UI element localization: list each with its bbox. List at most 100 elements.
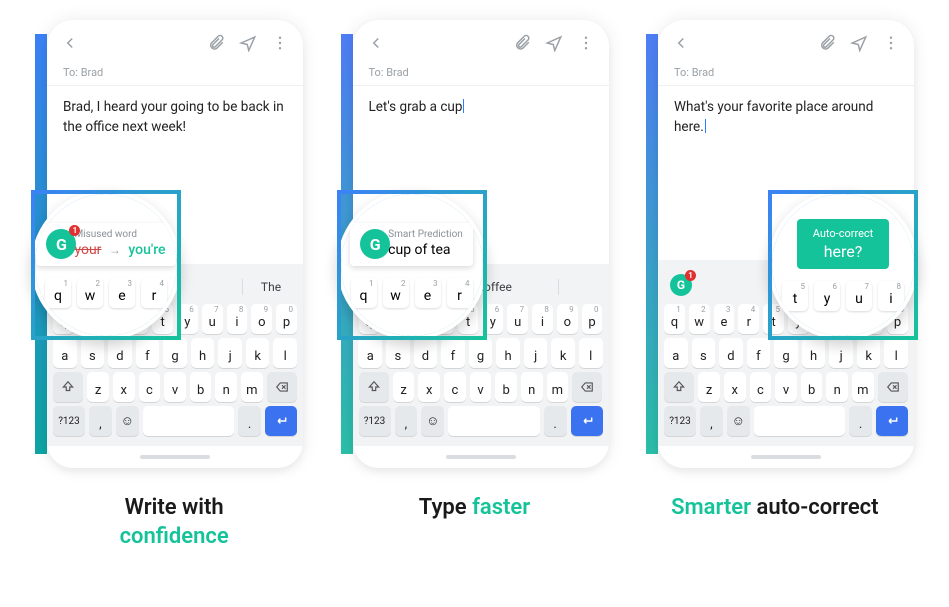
- key-x[interactable]: x: [418, 372, 440, 402]
- message-body[interactable]: Let's grab a cup: [353, 86, 609, 130]
- grammarly-icon[interactable]: G1: [670, 274, 692, 296]
- emoji-key[interactable]: ☺: [116, 406, 139, 436]
- shift-key[interactable]: [53, 372, 83, 402]
- back-arrow-icon[interactable]: [672, 34, 690, 52]
- key-v[interactable]: v: [775, 372, 797, 402]
- key-u[interactable]: u7: [846, 281, 872, 311]
- key-j[interactable]: j: [218, 338, 242, 368]
- back-arrow-icon[interactable]: [367, 34, 385, 52]
- key-q[interactable]: q1: [45, 278, 71, 308]
- symbols-key[interactable]: ?123: [359, 406, 391, 436]
- to-field[interactable]: To: Brad: [353, 60, 609, 86]
- suggestion-right[interactable]: The: [251, 280, 291, 294]
- period-key[interactable]: .: [544, 406, 567, 436]
- key-s[interactable]: s: [386, 338, 410, 368]
- enter-key[interactable]: [265, 406, 297, 436]
- key-z[interactable]: z: [393, 372, 415, 402]
- key-l[interactable]: l: [273, 338, 297, 368]
- key-n[interactable]: n: [215, 372, 237, 402]
- key-e[interactable]: e3: [109, 278, 135, 308]
- comma-key[interactable]: ,: [89, 406, 112, 436]
- key-z[interactable]: z: [698, 372, 720, 402]
- key-q[interactable]: q1: [664, 304, 685, 334]
- key-x[interactable]: x: [724, 372, 746, 402]
- backspace-key[interactable]: [572, 372, 602, 402]
- key-m[interactable]: m: [241, 372, 263, 402]
- key-j[interactable]: j: [829, 338, 853, 368]
- send-icon[interactable]: [239, 34, 257, 52]
- period-key[interactable]: .: [849, 406, 872, 436]
- key-i[interactable]: i8: [532, 304, 553, 334]
- comma-key[interactable]: ,: [395, 406, 418, 436]
- key-e[interactable]: e3: [714, 304, 735, 334]
- enter-key[interactable]: [876, 406, 908, 436]
- send-icon[interactable]: [545, 34, 563, 52]
- key-m[interactable]: m: [852, 372, 874, 402]
- key-y[interactable]: y6: [177, 304, 198, 334]
- key-w[interactable]: w2: [383, 278, 409, 308]
- key-l[interactable]: l: [884, 338, 908, 368]
- key-n[interactable]: n: [826, 372, 848, 402]
- key-g[interactable]: g: [163, 338, 187, 368]
- key-q[interactable]: q1: [351, 278, 377, 308]
- key-f[interactable]: f: [136, 338, 160, 368]
- key-s[interactable]: s: [81, 338, 105, 368]
- key-l[interactable]: l: [579, 338, 603, 368]
- key-p[interactable]: p0: [582, 304, 603, 334]
- key-d[interactable]: d: [108, 338, 132, 368]
- key-o[interactable]: o9: [251, 304, 272, 334]
- autocorrect-bubble[interactable]: Auto-correct here?: [797, 219, 890, 269]
- key-f[interactable]: f: [441, 338, 465, 368]
- key-a[interactable]: a: [358, 338, 382, 368]
- key-u[interactable]: u7: [202, 304, 223, 334]
- emoji-key[interactable]: ☺: [727, 406, 750, 436]
- attach-icon[interactable]: [818, 34, 836, 52]
- space-key[interactable]: [448, 406, 539, 436]
- key-o[interactable]: o9: [557, 304, 578, 334]
- key-s[interactable]: s: [692, 338, 716, 368]
- key-y[interactable]: y6: [482, 304, 503, 334]
- correction-card[interactable]: G1 Misused word your → you're: [36, 223, 175, 266]
- key-k[interactable]: k: [246, 338, 270, 368]
- key-v[interactable]: v: [470, 372, 492, 402]
- key-h[interactable]: h: [191, 338, 215, 368]
- key-h[interactable]: h: [496, 338, 520, 368]
- key-r[interactable]: r4: [141, 278, 167, 308]
- key-a[interactable]: a: [53, 338, 77, 368]
- period-key[interactable]: .: [238, 406, 261, 436]
- key-u[interactable]: u7: [507, 304, 528, 334]
- backspace-key[interactable]: [267, 372, 297, 402]
- back-arrow-icon[interactable]: [61, 34, 79, 52]
- key-m[interactable]: m: [547, 372, 569, 402]
- emoji-key[interactable]: ☺: [421, 406, 444, 436]
- key-b[interactable]: b: [801, 372, 823, 402]
- key-y[interactable]: y6: [814, 281, 840, 311]
- key-z[interactable]: z: [87, 372, 109, 402]
- key-d[interactable]: d: [414, 338, 438, 368]
- key-c[interactable]: c: [139, 372, 161, 402]
- key-c[interactable]: c: [444, 372, 466, 402]
- backspace-key[interactable]: [878, 372, 908, 402]
- key-x[interactable]: x: [113, 372, 135, 402]
- key-i[interactable]: i8: [227, 304, 248, 334]
- key-r[interactable]: r4: [738, 304, 759, 334]
- to-field[interactable]: To: Brad: [658, 60, 914, 86]
- shift-key[interactable]: [664, 372, 694, 402]
- shift-key[interactable]: [359, 372, 389, 402]
- key-v[interactable]: v: [164, 372, 186, 402]
- key-h[interactable]: h: [802, 338, 826, 368]
- key-a[interactable]: a: [664, 338, 688, 368]
- key-g[interactable]: g: [469, 338, 493, 368]
- key-w[interactable]: w2: [77, 278, 103, 308]
- key-d[interactable]: d: [719, 338, 743, 368]
- more-icon[interactable]: [271, 34, 289, 52]
- key-t[interactable]: t5: [782, 281, 808, 311]
- message-body[interactable]: What's your favorite place around here.: [658, 86, 914, 149]
- space-key[interactable]: [143, 406, 234, 436]
- more-icon[interactable]: [882, 34, 900, 52]
- key-c[interactable]: c: [750, 372, 772, 402]
- key-w[interactable]: w2: [689, 304, 710, 334]
- symbols-key[interactable]: ?123: [53, 406, 85, 436]
- prediction-card[interactable]: G Smart Prediction cup of tea: [350, 223, 473, 266]
- key-p[interactable]: p0: [276, 304, 297, 334]
